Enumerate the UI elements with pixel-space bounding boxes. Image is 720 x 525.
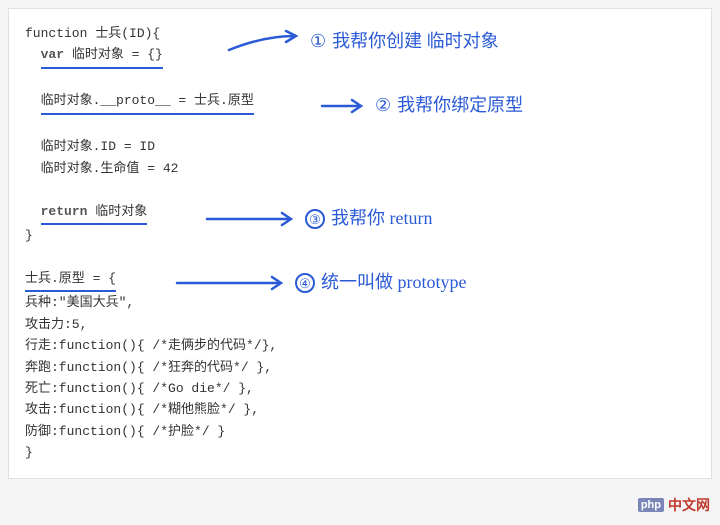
watermark: php 中文网: [638, 495, 710, 515]
code-line: 死亡:function(){ /*Go die*/ },: [25, 378, 695, 399]
annotation-text: 统一叫做 prototype: [321, 268, 467, 298]
code-line: }: [25, 442, 695, 463]
watermark-cn: 中文网: [668, 495, 710, 515]
code-line: 行走:function(){ /*走俩步的代码*/},: [25, 335, 695, 356]
annotation-num: ②: [375, 91, 391, 121]
code-line: 临时对象.生命值 = 42: [25, 158, 695, 179]
annotation-text: 我帮你 return: [331, 204, 432, 234]
annotation-text: 我帮你绑定原型: [397, 91, 523, 121]
code-line: 临时对象.ID = ID: [25, 136, 695, 157]
watermark-php: php: [638, 498, 664, 512]
code-line: 攻击力:5,: [25, 314, 695, 335]
arrow-icon: [319, 96, 369, 116]
arrow-icon: [174, 273, 289, 293]
annotation-text: 我帮你创建 临时对象: [332, 27, 499, 57]
arrow-icon: [204, 209, 299, 229]
annotation-num: ①: [310, 27, 326, 57]
code-line: 防御:function(){ /*护脸*/ }: [25, 421, 695, 442]
code-line: 奔跑:function(){ /*狂奔的代码*/ },: [25, 357, 695, 378]
annotation-2: ② 我帮你绑定原型: [319, 91, 523, 121]
code-line: 攻击:function(){ /*糊他熊脸*/ },: [25, 399, 695, 420]
annotation-3: ③ 我帮你 return: [204, 204, 432, 234]
annotation-4: ④ 统一叫做 prototype: [174, 268, 467, 298]
code-block: function 士兵(ID){ var 临时对象 = {} 临时对象.__pr…: [8, 8, 712, 479]
annotation-1: ① 我帮你创建 临时对象: [224, 27, 499, 57]
annotation-num: ④: [295, 273, 315, 293]
arrow-icon: [224, 28, 304, 56]
annotation-num: ③: [305, 209, 325, 229]
